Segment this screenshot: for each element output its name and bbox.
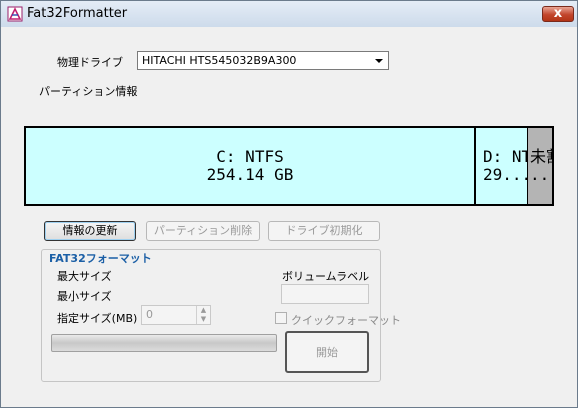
format-progress-bar: [51, 334, 277, 352]
volume-label-label: ボリュームラベル: [282, 270, 370, 283]
size-stepper[interactable]: 0 ▲ ▼: [141, 305, 211, 325]
window-title: Fat32Formatter: [27, 6, 128, 21]
partition-d-size: 29...: [483, 165, 528, 184]
refresh-button[interactable]: 情報の更新: [44, 221, 136, 241]
app-icon: [7, 6, 23, 22]
partition-unallocated[interactable]: 未割 ...: [528, 128, 552, 204]
volume-label-input[interactable]: [281, 284, 369, 304]
init-drive-button[interactable]: ドライブ初期化: [268, 221, 380, 241]
partition-map: C: NTFS 254.14 GB D: NT 29... 未割 ...: [24, 126, 554, 206]
quick-format-label: クイックフォーマット: [291, 314, 401, 327]
quick-format-checkbox[interactable]: [275, 312, 287, 324]
drive-label: 物理ドライブ: [57, 56, 123, 69]
partition-unallocated-name: 未割: [530, 147, 552, 166]
spin-up-icon[interactable]: ▲: [196, 306, 210, 315]
app-window: Fat32Formatter x 物理ドライブ HITACHI HTS54503…: [0, 0, 578, 408]
min-size-label: 最小サイズ: [57, 290, 112, 303]
partition-d[interactable]: D: NT 29...: [476, 128, 528, 204]
fat32-group-title: FAT32フォーマット: [47, 250, 154, 266]
partition-d-name: D: NT: [483, 147, 528, 166]
partition-info-label: パーティション情報: [39, 85, 138, 98]
spin-down-icon[interactable]: ▼: [196, 315, 210, 324]
close-button[interactable]: x: [542, 6, 574, 22]
start-button[interactable]: 開始: [285, 331, 369, 373]
title-bar[interactable]: Fat32Formatter x: [1, 1, 577, 27]
partition-c-size: 254.14 GB: [206, 165, 294, 184]
partition-unallocated-size: ...: [530, 165, 552, 184]
size-label: 指定サイズ(MB): [57, 312, 138, 325]
max-size-label: 最大サイズ: [57, 270, 112, 283]
chevron-down-icon[interactable]: [375, 59, 383, 63]
delete-partition-button[interactable]: パーティション削除: [146, 221, 260, 241]
drive-select-value: HITACHI HTS545032B9A300: [142, 54, 297, 67]
close-icon: x: [553, 6, 563, 21]
partition-c[interactable]: C: NTFS 254.14 GB: [26, 128, 476, 204]
drive-select[interactable]: HITACHI HTS545032B9A300: [137, 51, 389, 70]
partition-c-name: C: NTFS: [216, 147, 284, 166]
size-value: 0: [146, 308, 153, 321]
